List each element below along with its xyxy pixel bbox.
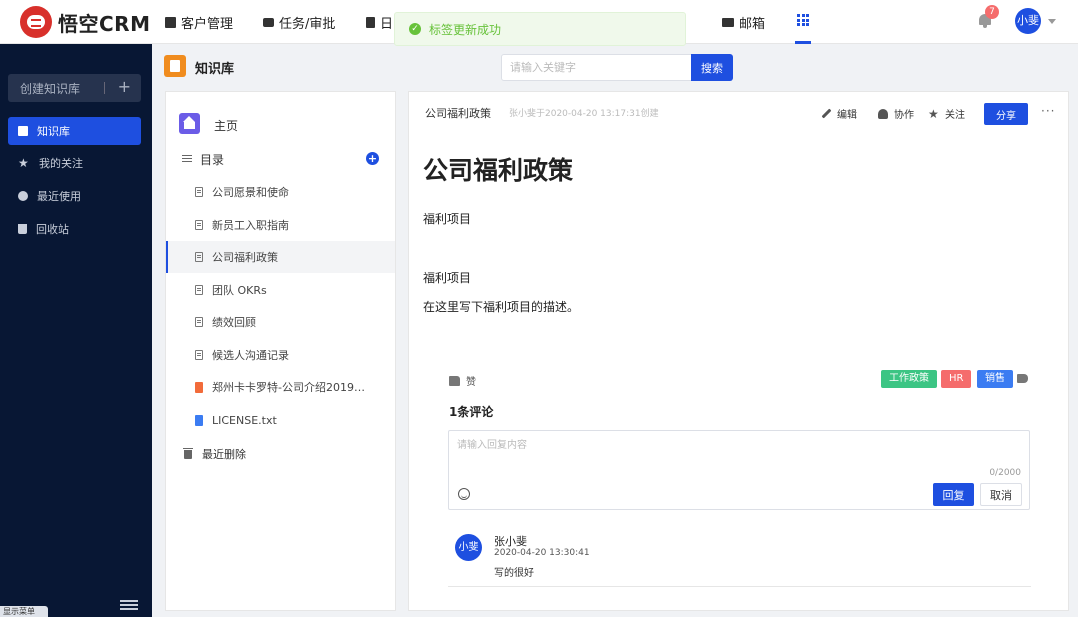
comment-time: 2020-04-20 13:30:41 <box>494 548 590 558</box>
document-icon <box>195 285 203 295</box>
document-icon <box>195 187 203 197</box>
brand-logo[interactable]: 悟空CRM <box>20 6 150 38</box>
comment-count-title: 1条评论 <box>449 405 494 419</box>
nav-tasks[interactable]: 任务/审批 <box>263 12 335 32</box>
active-nav-indicator <box>795 41 811 44</box>
tree-item[interactable]: 绩效回顾 <box>166 306 395 338</box>
document-paragraph: 在这里写下福利项目的描述。 <box>423 300 580 314</box>
document-panel: 公司福利政策 张小斐于2020-04-20 13:17:31创建 编辑 协作 ★… <box>408 91 1069 611</box>
list-icon <box>182 155 192 163</box>
tree-item-active[interactable]: 公司福利政策 <box>166 241 395 273</box>
star-icon: ★ <box>18 156 29 170</box>
nav-log[interactable]: 日 <box>366 12 393 32</box>
building-icon <box>165 16 176 28</box>
tree-item[interactable]: 郑州卡卡罗特-公司介绍2019.... <box>166 371 395 403</box>
divider <box>448 586 1031 587</box>
divider <box>104 82 105 94</box>
more-options-icon[interactable]: ··· <box>1041 104 1055 118</box>
add-document-icon[interactable]: + <box>366 152 379 165</box>
cancel-button[interactable]: 取消 <box>980 483 1022 506</box>
recently-deleted-link[interactable]: 最近删除 <box>183 446 246 462</box>
collaborate-button[interactable]: 协作 <box>878 106 914 121</box>
trash-icon <box>18 224 27 234</box>
like-button[interactable]: 赞 <box>449 373 476 388</box>
document-icon <box>366 16 375 28</box>
document-paragraph: 福利项目 <box>423 271 472 285</box>
chevron-down-icon[interactable] <box>1048 19 1056 24</box>
briefcase-icon <box>263 17 274 27</box>
tag-sales[interactable]: 销售 <box>977 370 1013 388</box>
home-link[interactable]: 主页 <box>214 117 238 134</box>
check-circle-icon: ✓ <box>409 23 421 35</box>
text-file-icon <box>195 414 203 426</box>
trash-icon <box>183 447 193 459</box>
comment-author: 张小斐 <box>494 535 527 548</box>
search-button[interactable]: 搜索 <box>691 54 733 81</box>
monkey-logo-icon <box>20 6 52 38</box>
show-menu-tooltip: 显示菜单 <box>0 606 48 617</box>
apps-grid-icon[interactable] <box>797 14 809 26</box>
document-icon <box>195 350 203 360</box>
tag-hr[interactable]: HR <box>941 370 972 388</box>
tree-item[interactable]: 新员工入职指南 <box>166 209 395 241</box>
create-knowledge-base-button[interactable]: 创建知识库 + <box>8 74 141 102</box>
collapse-menu-icon[interactable] <box>120 600 138 612</box>
sidebar-item-my-follows[interactable]: ★ 我的关注 <box>8 149 141 177</box>
knowledge-base-icon <box>164 55 186 77</box>
comment-text: 写的很好 <box>494 568 534 579</box>
document-paragraph: 福利项目 <box>423 212 472 226</box>
avatar[interactable]: 小斐 <box>455 534 482 561</box>
document-icon <box>195 317 203 327</box>
ppt-file-icon <box>195 381 203 393</box>
directory-label: 目录 <box>200 153 225 167</box>
home-icon[interactable] <box>179 113 200 134</box>
book-icon <box>18 126 28 136</box>
sidebar: 创建知识库 + 知识库 ★ 我的关注 最近使用 回收站 <box>0 44 152 617</box>
user-avatar[interactable]: 小斐 <box>1015 8 1041 34</box>
thumbs-up-icon <box>449 375 460 386</box>
reply-button[interactable]: 回复 <box>933 483 974 506</box>
success-toast: ✓ 标签更新成功 <box>394 12 686 46</box>
sidebar-item-recycle-bin[interactable]: 回收站 <box>8 215 141 243</box>
follow-button[interactable]: ★ 关注 <box>928 106 965 122</box>
tag-work-policy[interactable]: 工作政策 <box>881 370 937 388</box>
plus-icon[interactable]: + <box>118 78 131 96</box>
document-icon <box>195 220 203 230</box>
mail-icon <box>722 17 734 27</box>
tree-item[interactable]: 候选人沟通记录 <box>166 339 395 371</box>
clock-icon <box>18 191 28 201</box>
brand-name: 悟空CRM <box>58 11 151 36</box>
emoji-icon[interactable] <box>458 488 470 500</box>
document-meta: 张小斐于2020-04-20 13:17:31创建 <box>509 109 659 119</box>
user-icon <box>878 108 888 119</box>
search-input[interactable] <box>501 54 692 81</box>
tree-item[interactable]: 团队 OKRs <box>166 274 395 306</box>
comment-editor: 0/2000 回复 取消 <box>448 430 1030 510</box>
document-name: 公司福利政策 <box>425 107 491 120</box>
edit-button[interactable]: 编辑 <box>821 106 857 121</box>
nav-mail[interactable]: 邮箱 <box>722 12 765 32</box>
share-button[interactable]: 分享 <box>984 103 1028 125</box>
pencil-icon <box>821 108 832 119</box>
nav-customers[interactable]: 客户管理 <box>165 12 233 32</box>
tree-item[interactable]: LICENSE.txt <box>166 404 395 436</box>
document-title: 公司福利政策 <box>423 156 574 185</box>
document-icon <box>195 252 203 262</box>
page-title: 知识库 <box>195 62 235 77</box>
notification-badge: 7 <box>985 5 999 19</box>
sidebar-item-recent[interactable]: 最近使用 <box>8 182 141 210</box>
comment-input[interactable] <box>449 431 1029 467</box>
star-icon: ★ <box>928 106 939 121</box>
tag-icon[interactable] <box>1017 374 1028 383</box>
char-counter: 0/2000 <box>989 468 1021 478</box>
tree-item[interactable]: 公司愿景和使命 <box>166 176 395 208</box>
directory-panel: 主页 目录 + 公司愿景和使命 新员工入职指南 公司福利政策 团队 OKRs 绩… <box>165 91 396 611</box>
sidebar-item-knowledge-base[interactable]: 知识库 <box>8 117 141 145</box>
